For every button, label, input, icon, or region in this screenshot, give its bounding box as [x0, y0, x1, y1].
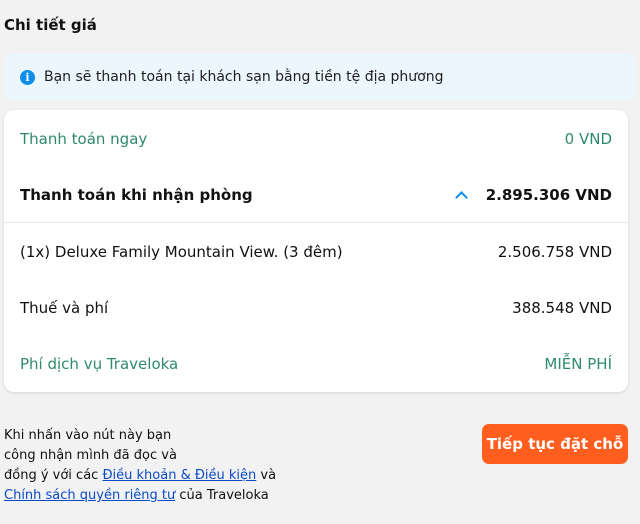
tax-row: Thuế và phí 388.548 VND [20, 296, 612, 320]
continue-booking-button[interactable]: Tiếp tục đặt chỗ [482, 424, 628, 464]
privacy-link[interactable]: Chính sách quyền riêng tư [4, 488, 175, 503]
terms-line-4: Chính sách quyền riêng tư của Traveloka [4, 486, 304, 506]
pay-now-amount: 0 VND [564, 130, 612, 148]
service-fee-amount: MIỄN PHÍ [544, 355, 612, 373]
terms-link[interactable]: Điều khoản & Điều kiện [102, 468, 256, 483]
service-fee-label: Phí dịch vụ Traveloka [20, 355, 179, 373]
terms-line-4-post: của Traveloka [175, 488, 269, 503]
terms-line-3: đồng ý với các Điều khoản & Điều kiện và [4, 466, 304, 486]
service-fee-row: Phí dịch vụ Traveloka MIỄN PHÍ [20, 352, 612, 376]
price-details-card: Thanh toán ngay 0 VND Thanh toán khi nhậ… [4, 110, 628, 392]
terms-notice: Khi nhấn vào nút này bạn công nhận mình … [4, 426, 304, 506]
terms-line-1: Khi nhấn vào nút này bạn [4, 428, 172, 443]
pay-at-checkin-amount: 2.895.306 VND [485, 186, 612, 204]
divider [4, 222, 628, 223]
pay-at-checkin-label: Thanh toán khi nhận phòng [20, 186, 253, 204]
chevron-up-icon[interactable] [454, 191, 468, 204]
page-title: Chi tiết giá [4, 16, 97, 34]
pay-at-checkin-amount-wrap: 2.895.306 VND [454, 186, 612, 204]
info-banner: i Bạn sẽ thanh toán tại khách sạn bằng t… [4, 54, 636, 100]
info-text: Bạn sẽ thanh toán tại khách sạn bằng tiề… [44, 69, 444, 85]
pay-now-label: Thanh toán ngay [20, 130, 148, 148]
tax-label: Thuế và phí [20, 299, 109, 317]
tax-amount: 388.548 VND [512, 299, 612, 317]
terms-line-3-post: và [256, 468, 277, 483]
pay-now-row: Thanh toán ngay 0 VND [20, 127, 612, 151]
room-row: (1x) Deluxe Family Mountain View. (3 đêm… [20, 240, 612, 264]
info-icon: i [20, 69, 35, 85]
room-label: (1x) Deluxe Family Mountain View. (3 đêm… [20, 243, 343, 261]
pay-at-checkin-row[interactable]: Thanh toán khi nhận phòng 2.895.306 VND [20, 183, 612, 207]
room-amount: 2.506.758 VND [497, 243, 612, 261]
terms-line-3-pre: đồng ý với các [4, 468, 103, 483]
terms-line-2: công nhận mình đã đọc và [4, 448, 177, 463]
